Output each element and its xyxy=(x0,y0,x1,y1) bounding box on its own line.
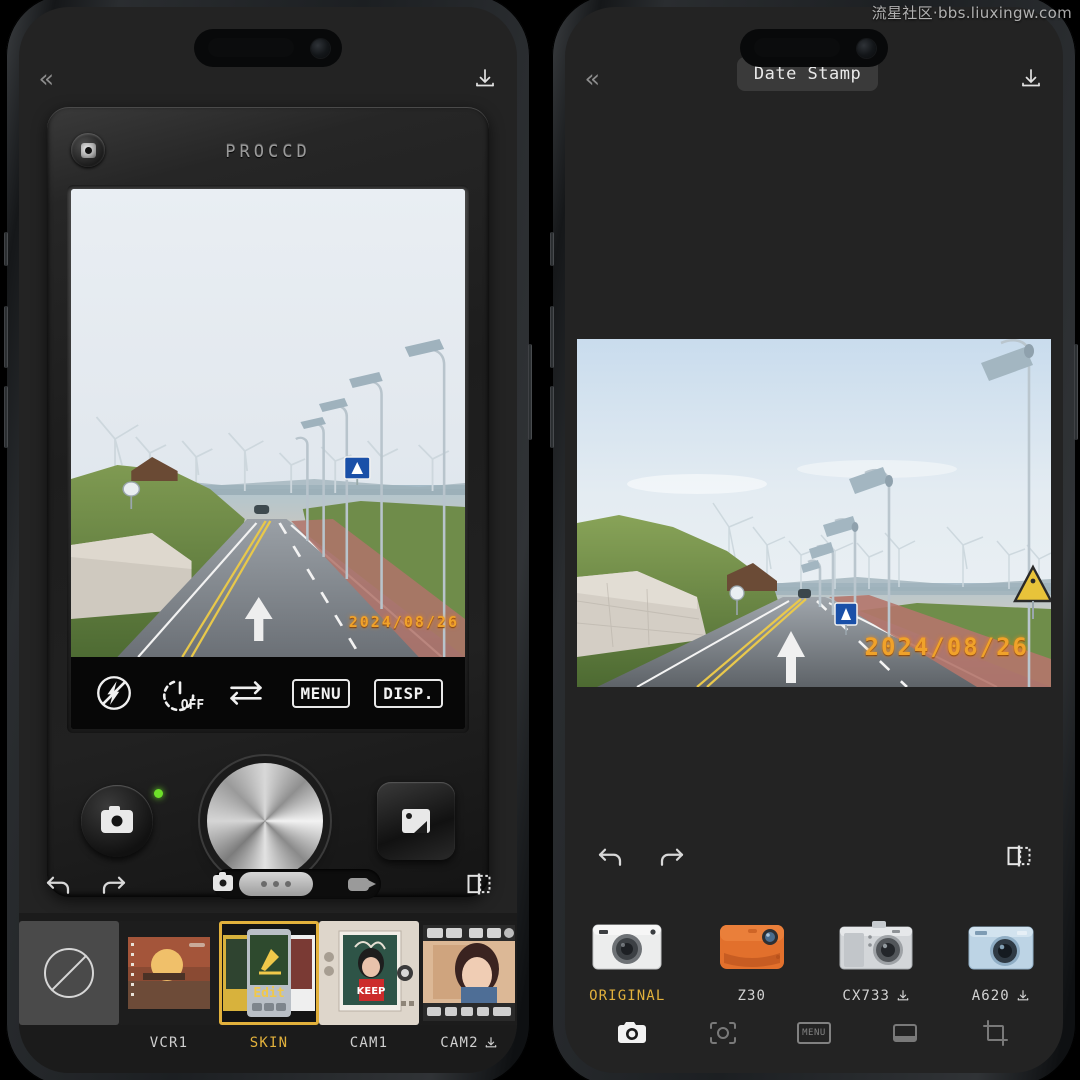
download-icon[interactable] xyxy=(1019,67,1043,91)
front-camera-lens xyxy=(857,38,876,58)
right-lower-toolbar xyxy=(565,825,1063,887)
mute-switch[interactable] xyxy=(4,232,8,266)
filter-thumb-cam2 xyxy=(419,921,517,1025)
no-filter-icon xyxy=(44,948,94,998)
dial-screw-icon[interactable] xyxy=(71,133,105,167)
left-phone-frame: « PROCCD 2024/08/26 OFF MENU DISP. VCR1 … xyxy=(4,0,532,1080)
dynamic-island xyxy=(740,29,888,67)
back-icon[interactable]: « xyxy=(585,66,600,91)
camera-top-plate: PROCCD xyxy=(61,121,475,183)
camera-skin-body: PROCCD 2024/08/26 OFF MENU DISP. xyxy=(47,107,489,897)
bottom-tabbar: MENU xyxy=(565,1001,1063,1065)
redo-icon[interactable] xyxy=(99,869,129,899)
power-button[interactable] xyxy=(528,344,532,440)
filter-item-cam1[interactable]: KEEP CAM1 xyxy=(319,921,419,1051)
volume-up-button[interactable] xyxy=(4,306,8,368)
svg-text:KEEP: KEEP xyxy=(357,986,386,997)
undo-icon[interactable] xyxy=(43,869,73,899)
back-icon[interactable]: « xyxy=(39,66,54,91)
tab-crop[interactable] xyxy=(979,1018,1013,1048)
camera-mode-button[interactable] xyxy=(81,785,163,857)
mute-switch[interactable] xyxy=(550,232,554,266)
right-phone-frame: « Date Stamp 2024/08/26 ORIGINAL Z30 CX7… xyxy=(550,0,1078,1080)
camera-cx733-art xyxy=(830,915,922,979)
camera-original-art xyxy=(581,915,673,979)
filter-item-none[interactable] xyxy=(19,921,119,1035)
status-led xyxy=(154,789,163,798)
self-timer-label: OFF xyxy=(180,698,205,713)
download-icon[interactable] xyxy=(473,67,497,91)
gallery-thumbnail-icon xyxy=(402,809,430,833)
viewfinder-inner: 2024/08/26 OFF MENU DISP. xyxy=(71,189,465,729)
power-button[interactable] xyxy=(1074,344,1078,440)
left-phone-screen: « PROCCD 2024/08/26 OFF MENU DISP. VCR1 … xyxy=(19,7,517,1073)
dynamic-island xyxy=(194,29,342,67)
filter-strip: VCR1 Edit SKIN KEEP CAM1 CAM2 xyxy=(19,913,517,1073)
filter-thumb-vcr1 xyxy=(119,921,219,1025)
flash-off-icon[interactable] xyxy=(93,672,135,714)
camera-brand-label: PROCCD xyxy=(225,142,311,162)
edited-photo[interactable]: 2024/08/26 xyxy=(577,339,1051,687)
volume-up-button[interactable] xyxy=(550,306,554,368)
self-timer-icon[interactable]: OFF xyxy=(159,672,205,714)
tab-camera[interactable] xyxy=(615,1018,649,1048)
camera-model-cx733[interactable]: CX733 xyxy=(822,915,930,1004)
switch-camera-icon[interactable] xyxy=(225,672,267,714)
menu-button[interactable]: MENU xyxy=(291,678,351,708)
svg-text:Edit: Edit xyxy=(253,986,284,1001)
volume-down-button[interactable] xyxy=(550,386,554,448)
filter-item-skin[interactable]: Edit SKIN xyxy=(219,921,319,1051)
right-phone-screen: « Date Stamp 2024/08/26 ORIGINAL Z30 CX7… xyxy=(565,7,1063,1073)
filter-label-cam1: CAM1 xyxy=(349,1035,389,1051)
volume-down-button[interactable] xyxy=(4,386,8,448)
camera-model-original[interactable]: ORIGINAL xyxy=(573,915,681,1004)
camera-control-strip: OFF MENU DISP. xyxy=(71,657,465,729)
filter-thumb-none xyxy=(19,921,119,1025)
filter-label-cam2: CAM2 xyxy=(440,1035,498,1051)
video-mode-icon xyxy=(348,878,376,891)
filter-item-cam2[interactable]: CAM2 xyxy=(419,921,517,1051)
camera-model-a620[interactable]: A620 xyxy=(947,915,1055,1004)
camera-z30-art xyxy=(706,915,798,979)
filter-item-vcr1[interactable]: VCR1 xyxy=(119,921,219,1051)
compare-split-icon[interactable] xyxy=(465,870,493,898)
download-icon[interactable] xyxy=(484,1036,498,1050)
tab-menu[interactable]: MENU xyxy=(796,1022,831,1044)
site-watermark: 流星社区·bbs.liuxingw.com xyxy=(871,4,1072,22)
viewfinder-frame: 2024/08/26 OFF MENU DISP. xyxy=(67,185,469,733)
camera-a620-art xyxy=(955,915,1047,979)
filter-label-vcr1: VCR1 xyxy=(149,1035,189,1051)
filter-label-cam2-text: CAM2 xyxy=(440,1035,479,1051)
redo-icon[interactable] xyxy=(657,841,687,871)
viewfinder-preview[interactable]: 2024/08/26 xyxy=(71,189,465,657)
filter-label-skin: SKIN xyxy=(249,1035,289,1051)
mode-switch-knob[interactable] xyxy=(239,872,313,896)
left-lower-toolbar xyxy=(19,855,517,913)
camera-model-z30[interactable]: Z30 xyxy=(698,915,806,1004)
tab-border[interactable] xyxy=(888,1018,922,1048)
photo-mode-icon xyxy=(213,872,233,891)
tab-focus-frame[interactable] xyxy=(706,1018,740,1048)
filter-thumb-cam1: KEEP xyxy=(319,921,419,1025)
camera-mode-icon xyxy=(101,805,133,833)
filter-thumb-skin: Edit xyxy=(219,921,319,1025)
front-camera-lens xyxy=(311,38,330,58)
gallery-button[interactable] xyxy=(377,782,455,860)
photo-video-mode-switch[interactable] xyxy=(213,869,381,899)
undo-icon[interactable] xyxy=(595,841,625,871)
compare-split-icon[interactable] xyxy=(1005,842,1033,870)
display-button[interactable]: DISP. xyxy=(374,678,443,708)
